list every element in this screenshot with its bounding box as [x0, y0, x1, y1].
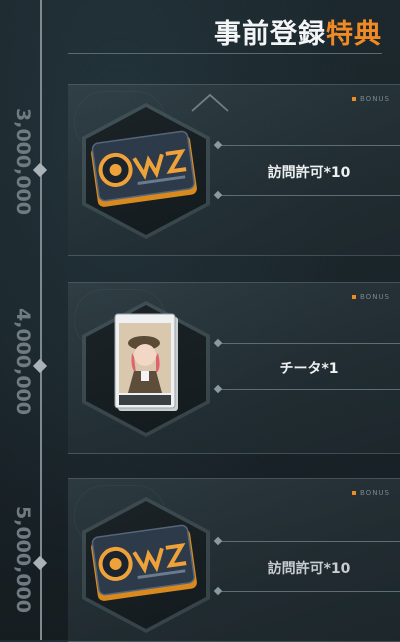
- timeline-track: [40, 0, 42, 640]
- page-title-accent: 特典: [326, 19, 382, 50]
- divider-line: [213, 338, 400, 348]
- reward-card-1: BONUS 訪問許可*10: [68, 84, 400, 256]
- milestone-5000000: 5,000,000: [12, 506, 34, 613]
- reward-label: 訪問許可*10: [267, 561, 351, 577]
- divider-line: [213, 140, 400, 150]
- milestone-3000000: 3,000,000: [12, 108, 34, 215]
- page-title: 事前登録特典: [214, 12, 382, 51]
- header-divider: [68, 53, 382, 54]
- reward-label: 訪問許可*10: [267, 165, 351, 181]
- divider-line: [213, 536, 400, 546]
- timeline-node: [32, 358, 48, 374]
- bonus-tag: BONUS: [352, 293, 390, 301]
- divider-line: [213, 586, 400, 596]
- visit-permit-icon: [91, 130, 197, 207]
- reward-label: チータ*1: [279, 361, 339, 377]
- milestone-4000000: 4,000,000: [12, 308, 34, 415]
- bonus-tag: BONUS: [352, 95, 390, 103]
- divider-line: [213, 190, 400, 200]
- bonus-tag: BONUS: [352, 489, 390, 497]
- page-title-main: 事前登録: [214, 19, 326, 50]
- header: 事前登録特典: [0, 0, 400, 58]
- timeline-node: [32, 162, 48, 178]
- divider-line: [213, 384, 400, 394]
- timeline-node: [32, 555, 48, 571]
- cheetah-card-icon: [114, 313, 178, 411]
- visit-permit-icon: [91, 524, 197, 601]
- reward-card-2: BONUS チータ*1: [68, 282, 400, 454]
- reward-card-3: BONUS 訪問許可*10: [68, 478, 400, 642]
